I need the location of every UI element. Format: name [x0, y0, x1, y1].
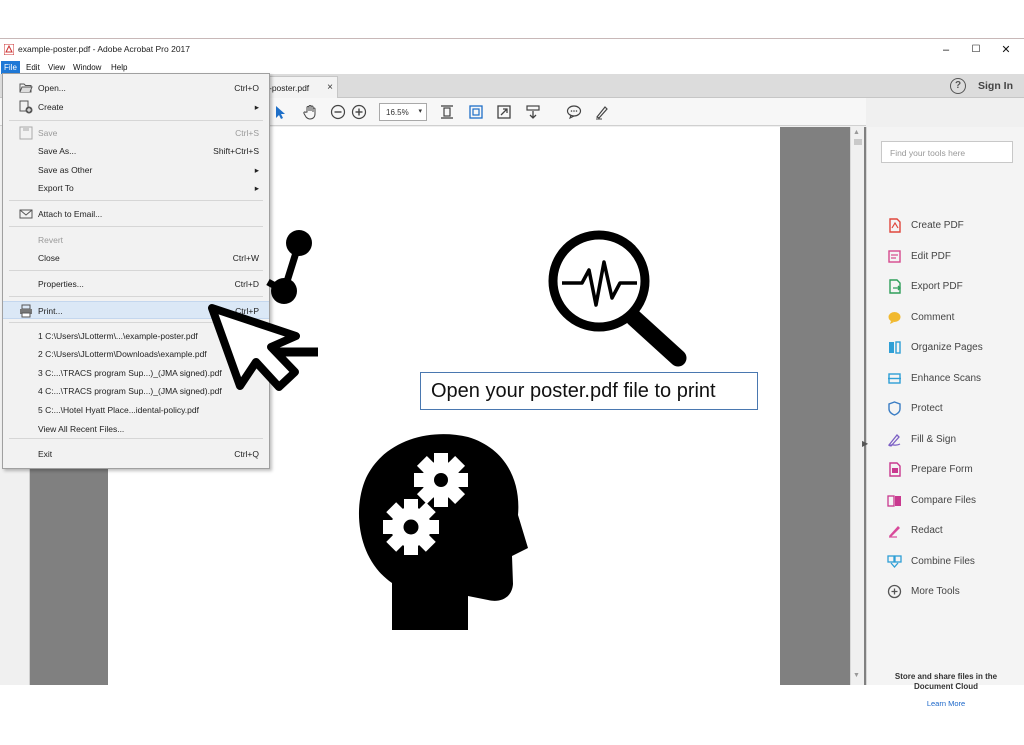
menu-item-label: Create — [38, 102, 64, 112]
poster-caption-box: Open your poster.pdf file to print — [420, 372, 758, 410]
envelope-icon — [19, 207, 33, 221]
file-menu-item-export-to[interactable]: Export To ▸ — [3, 179, 269, 197]
printer-icon — [19, 304, 33, 318]
file-menu-item-properties[interactable]: Properties... Ctrl+D — [3, 275, 269, 293]
menu-item-shortcut: Ctrl+O — [234, 83, 259, 93]
open-folder-icon — [19, 81, 33, 95]
menu-item-shortcut: Ctrl+P — [235, 306, 259, 316]
menu-item-label: 4 C:...\TRACS program Sup...)_(JMA signe… — [38, 386, 222, 396]
file-menu-item-revert: Revert — [3, 231, 269, 249]
file-menu-item-3-c-tracs-program-sup-jma-sign[interactable]: 3 C:...\TRACS program Sup...)_(JMA signe… — [3, 364, 269, 382]
file-menu-item-open[interactable]: Open... Ctrl+O — [3, 79, 269, 97]
file-menu-item-view-all-recent-files[interactable]: View All Recent Files... — [3, 420, 269, 438]
file-menu-item-print[interactable]: Print... Ctrl+P — [3, 301, 269, 319]
file-menu-item-1-c-users-jlotterm-example-pos[interactable]: 1 C:\Users\JLotterm\...\example-poster.p… — [3, 327, 269, 345]
menu-separator — [9, 226, 263, 227]
menu-separator — [9, 270, 263, 271]
submenu-arrow-icon: ▸ — [254, 183, 259, 193]
file-menu-item-attach-to-email[interactable]: Attach to Email... — [3, 205, 269, 223]
menu-item-label: Save as Other — [38, 165, 93, 175]
file-menu-item-5-c-hotel-hyatt-place-idental-[interactable]: 5 C:...\Hotel Hyatt Place...idental-poli… — [3, 401, 269, 419]
menu-item-shortcut: Shift+Ctrl+S — [213, 146, 259, 156]
head-gears-icon — [358, 434, 528, 630]
screen: example-poster.pdf - Adobe Acrobat Pro 2… — [0, 0, 1024, 745]
magnifier-pulse-icon — [548, 230, 687, 367]
menu-item-label: 3 C:...\TRACS program Sup...)_(JMA signe… — [38, 368, 222, 378]
file-menu-item-exit[interactable]: Exit Ctrl+Q — [3, 445, 269, 463]
file-menu-dropdown: Open... Ctrl+O Create ▸ Save Ctrl+S Save As...… — [2, 73, 270, 469]
file-menu-item-save-as-other[interactable]: Save as Other ▸ — [3, 161, 269, 179]
menu-separator — [9, 200, 263, 201]
save-icon — [19, 126, 33, 140]
menu-item-label: Save As... — [38, 146, 77, 156]
menu-item-label: Exit — [38, 449, 53, 459]
menu-item-label: Print... — [38, 306, 63, 316]
menu-separator — [9, 296, 263, 297]
file-menu-item-close[interactable]: Close Ctrl+W — [3, 249, 269, 267]
menu-item-label: View All Recent Files... — [38, 424, 125, 434]
file-menu-item-save: Save Ctrl+S — [3, 124, 269, 142]
menu-item-label: 2 C:\Users\JLotterm\Downloads\example.pd… — [38, 349, 207, 359]
menu-item-label: Revert — [38, 235, 64, 245]
menu-separator — [9, 120, 263, 121]
menu-item-label: Open... — [38, 83, 66, 93]
file-menu-item-2-c-users-jlotterm-downloads-e[interactable]: 2 C:\Users\JLotterm\Downloads\example.pd… — [3, 345, 269, 363]
create-icon — [19, 100, 33, 114]
menu-separator — [9, 438, 263, 439]
menu-item-label: Properties... — [38, 279, 84, 289]
menu-item-label: Close — [38, 253, 60, 263]
file-menu-item-4-c-tracs-program-sup-jma-sign[interactable]: 4 C:...\TRACS program Sup...)_(JMA signe… — [3, 382, 269, 400]
file-menu-item-save-as[interactable]: Save As... Shift+Ctrl+S — [3, 142, 269, 160]
submenu-arrow-icon: ▸ — [254, 102, 259, 112]
menu-item-shortcut: Ctrl+W — [232, 253, 259, 263]
menu-item-shortcut: Ctrl+S — [235, 128, 259, 138]
menu-item-shortcut: Ctrl+Q — [234, 449, 259, 459]
submenu-arrow-icon: ▸ — [254, 165, 259, 175]
menu-item-label: 1 C:\Users\JLotterm\...\example-poster.p… — [38, 331, 198, 341]
file-menu-item-create[interactable]: Create ▸ — [3, 98, 269, 116]
menu-item-label: Attach to Email... — [38, 209, 103, 219]
poster-caption: Open your poster.pdf file to print — [431, 380, 716, 402]
menu-item-label: 5 C:...\Hotel Hyatt Place...idental-poli… — [38, 405, 199, 415]
menu-item-shortcut: Ctrl+D — [234, 279, 259, 289]
menu-item-label: Export To — [38, 183, 74, 193]
menu-separator — [9, 322, 263, 323]
menu-item-label: Save — [38, 128, 58, 138]
